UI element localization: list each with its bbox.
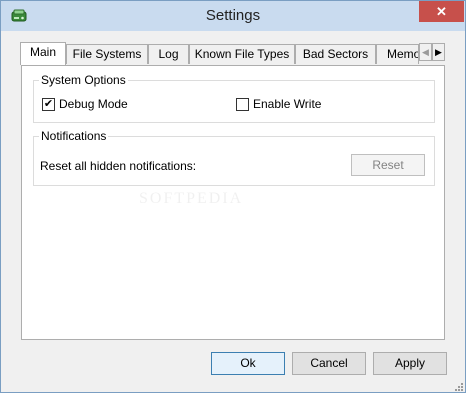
ok-button-label: Ok: [240, 356, 256, 370]
tab-label: File Systems: [72, 47, 142, 61]
chevron-right-icon: ▶: [435, 47, 442, 57]
debug-mode-checkbox[interactable]: ✔: [42, 98, 55, 111]
watermark-text: SOFTPEDIA: [139, 190, 244, 207]
close-button[interactable]: ✕: [419, 1, 464, 22]
close-icon: ✕: [436, 4, 447, 19]
enable-write-label[interactable]: Enable Write: [253, 97, 321, 111]
tab-scroll-right-button[interactable]: ▶: [432, 43, 445, 61]
tab-scroll-left-button[interactable]: ◀: [419, 43, 432, 61]
group-title: Notifications: [39, 129, 109, 143]
notifications-group: Notifications Reset all hidden notificat…: [33, 129, 435, 186]
chevron-left-icon: ◀: [422, 47, 429, 57]
title-bar[interactable]: Settings ✕: [1, 1, 465, 31]
tab-known-file-types[interactable]: Known File Types: [189, 44, 295, 64]
ok-button[interactable]: Ok: [211, 352, 285, 375]
tab-file-systems[interactable]: File Systems: [66, 44, 148, 64]
apply-button-label: Apply: [394, 356, 426, 370]
settings-window: Settings ✕ Main File Systems Log Known F…: [0, 0, 466, 393]
checkmark-icon: ✔: [43, 98, 54, 110]
tab-bad-sectors[interactable]: Bad Sectors: [295, 44, 376, 64]
tab-label: Known File Types: [194, 47, 290, 61]
apply-button[interactable]: Apply: [373, 352, 447, 375]
tab-memory[interactable]: Memo: [376, 44, 419, 64]
tab-main[interactable]: Main: [20, 42, 66, 65]
cancel-button[interactable]: Cancel: [292, 352, 366, 375]
group-title: System Options: [39, 73, 128, 87]
tab-label: Log: [158, 47, 179, 61]
system-options-group: System Options ✔ Debug Mode Enable Write: [33, 73, 435, 123]
tab-log[interactable]: Log: [148, 44, 189, 64]
window-title: Settings: [205, 7, 261, 24]
reset-notifications-label: Reset all hidden notifications:: [40, 159, 197, 173]
reset-button-label: Reset: [372, 158, 404, 172]
debug-mode-label[interactable]: Debug Mode: [59, 97, 128, 111]
enable-write-checkbox[interactable]: [236, 98, 249, 111]
tab-label: Memo: [387, 47, 419, 61]
tab-label: Bad Sectors: [302, 47, 369, 61]
cancel-button-label: Cancel: [310, 356, 348, 370]
tab-panel-main: SOFTPEDIA System Options ✔ Debug Mode En…: [21, 65, 445, 340]
reset-button[interactable]: Reset: [351, 154, 425, 176]
resize-grip-icon[interactable]: [453, 380, 463, 391]
tab-label: Main: [29, 45, 56, 59]
